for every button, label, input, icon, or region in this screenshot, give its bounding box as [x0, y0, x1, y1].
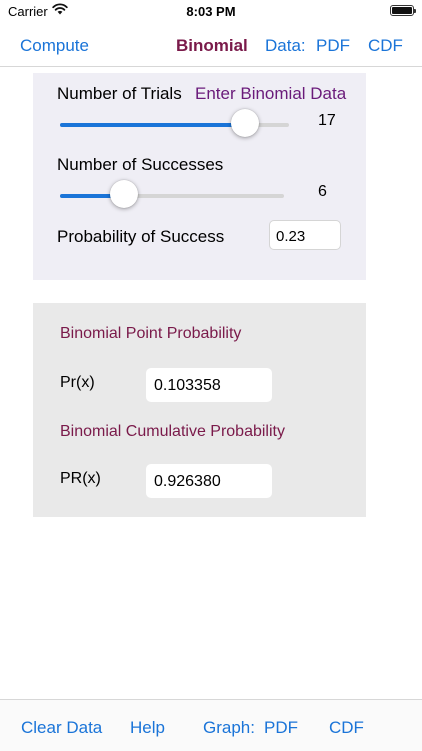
successes-label: Number of Successes — [57, 155, 224, 174]
graph-pdf-button[interactable]: PDF — [264, 718, 298, 738]
cumulative-probability-title: Binomial Cumulative Probability — [60, 423, 285, 440]
enter-data-hint: Enter Binomial Data — [195, 84, 347, 103]
point-probability-title: Binomial Point Probability — [60, 325, 242, 342]
compute-button[interactable]: Compute — [20, 36, 89, 56]
cumulative-probability-value: 0.926380 — [146, 464, 272, 498]
probability-input[interactable]: 0.23 — [269, 220, 341, 250]
graph-label: Graph: — [203, 718, 255, 737]
successes-slider[interactable] — [60, 194, 284, 198]
help-button[interactable]: Help — [130, 718, 165, 738]
battery-level — [392, 7, 412, 14]
point-probability-label: Pr(x) — [60, 374, 95, 391]
graph-cdf-button[interactable]: CDF — [329, 718, 364, 738]
bottom-toolbar: Clear Data Help Graph: PDF CDF — [0, 699, 422, 751]
trials-label: Number of Trials — [57, 84, 182, 103]
trials-slider-thumb[interactable] — [231, 109, 259, 137]
input-panel: Number of Trials Enter Binomial Data 17 … — [33, 73, 366, 280]
data-cdf-button[interactable]: CDF — [368, 36, 403, 56]
data-pdf-button[interactable]: PDF — [316, 36, 350, 56]
nav-title: Binomial — [176, 36, 248, 55]
data-label: Data: — [265, 36, 306, 55]
results-panel: Binomial Point Probability Pr(x) 0.10335… — [33, 303, 366, 517]
cumulative-probability-label: PR(x) — [60, 470, 101, 487]
successes-value: 6 — [318, 183, 327, 200]
nav-bar: Compute Binomial Data: PDF CDF — [0, 24, 422, 67]
trials-slider-fill — [60, 123, 246, 127]
clear-data-button[interactable]: Clear Data — [21, 718, 102, 738]
successes-slider-thumb[interactable] — [110, 180, 138, 208]
battery-icon — [390, 5, 416, 16]
clock: 8:03 PM — [186, 4, 236, 19]
status-bar: Carrier 8:03 PM — [0, 0, 422, 24]
trials-value: 17 — [318, 112, 336, 129]
point-probability-value: 0.103358 — [146, 368, 272, 402]
probability-label: Probability of Success — [57, 227, 225, 246]
